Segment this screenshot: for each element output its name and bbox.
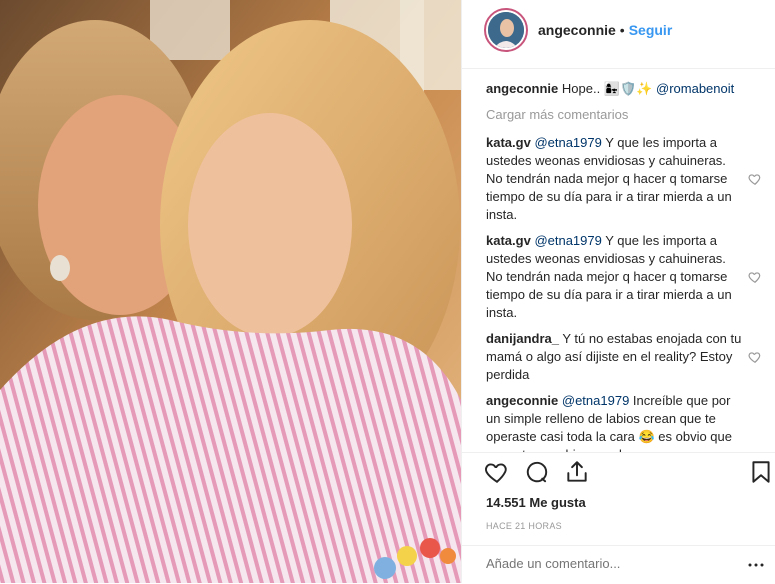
avatar-image bbox=[488, 12, 524, 48]
comment-like-heart-icon[interactable] bbox=[748, 172, 762, 186]
comment-item: kata.gv @etna1979 Y que les importa a us… bbox=[486, 134, 768, 224]
caption-username[interactable]: angeconnie bbox=[486, 81, 558, 96]
comment-item: danijandra_ Y tú no estabas enojada con … bbox=[486, 330, 768, 384]
header-separator: • bbox=[619, 22, 625, 38]
comment-mention[interactable]: @etna1979 bbox=[534, 233, 601, 248]
caption: angeconnie Hope.. 👩‍👧🛡️✨ @romabenoit bbox=[486, 80, 768, 98]
caption-mention[interactable]: @romabenoit bbox=[656, 81, 734, 96]
header-username[interactable]: angeconnie bbox=[538, 22, 616, 38]
bookmark-icon[interactable] bbox=[748, 459, 774, 485]
comment-item: kata.gv @etna1979 Y que les importa a us… bbox=[486, 232, 768, 322]
more-icon[interactable] bbox=[747, 556, 765, 574]
post-sidebar: angeconnie • Seguir angeconnie Hope.. 👩‍👧🛡… bbox=[461, 0, 775, 583]
instagram-post: angeconnie • Seguir angeconnie Hope.. 👩‍👧🛡… bbox=[0, 0, 775, 583]
add-comment-input[interactable] bbox=[486, 556, 726, 571]
comments-list[interactable]: angeconnie Hope.. 👩‍👧🛡️✨ @romabenoit Car… bbox=[486, 80, 768, 452]
caption-emojis: 👩‍👧🛡️✨ bbox=[603, 81, 653, 96]
comment-mention[interactable]: @etna1979 bbox=[534, 135, 601, 150]
comment-like-heart-icon[interactable] bbox=[748, 350, 762, 364]
comment-icon[interactable] bbox=[524, 459, 550, 485]
post-timestamp: HACE 21 HORAS bbox=[486, 521, 562, 531]
comment-mention[interactable]: @etna1979 bbox=[562, 393, 629, 408]
comment-username[interactable]: kata.gv bbox=[486, 135, 531, 150]
avatar[interactable] bbox=[484, 8, 528, 52]
add-comment-bar bbox=[462, 545, 775, 584]
follow-button[interactable]: Seguir bbox=[629, 22, 673, 38]
post-photo-image bbox=[0, 0, 461, 583]
likes-count[interactable]: 14.551 Me gusta bbox=[486, 495, 586, 510]
comment-username[interactable]: kata.gv bbox=[486, 233, 531, 248]
post-photo[interactable] bbox=[0, 0, 461, 583]
load-more-comments-button[interactable]: Cargar más comentarios bbox=[486, 106, 768, 124]
caption-text: Hope.. bbox=[561, 81, 601, 96]
comment-username[interactable]: angeconnie bbox=[486, 393, 558, 408]
share-icon[interactable] bbox=[564, 459, 590, 485]
comment-item: angeconnie @etna1979 Increíble que por u… bbox=[486, 392, 768, 452]
header-text: angeconnie • Seguir bbox=[538, 22, 672, 38]
post-actions: 14.551 Me gusta HACE 21 HORAS bbox=[462, 452, 775, 583]
comment-username[interactable]: danijandra_ bbox=[486, 331, 559, 346]
post-header: angeconnie • Seguir bbox=[462, 0, 775, 69]
heart-icon[interactable] bbox=[484, 459, 510, 485]
comment-like-heart-icon[interactable] bbox=[748, 270, 762, 284]
